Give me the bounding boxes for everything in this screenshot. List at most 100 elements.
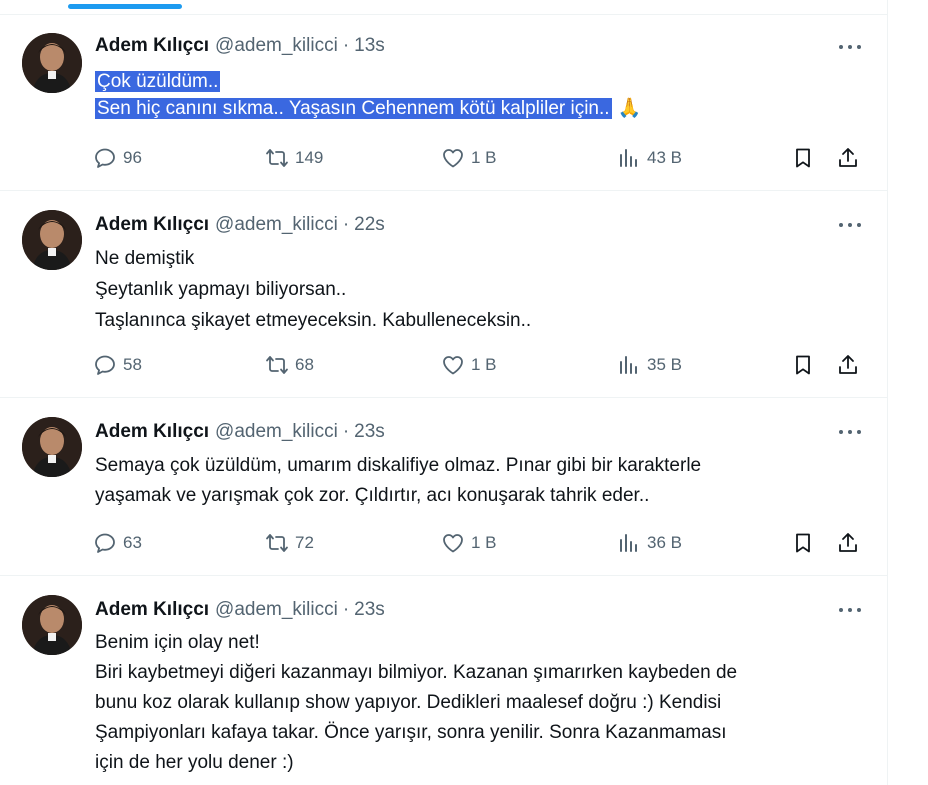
avatar[interactable] [22, 33, 82, 93]
bar-chart-icon [620, 534, 637, 552]
reply-button[interactable]: 63 [93, 528, 142, 558]
separator-dot: · [342, 599, 350, 620]
like-button[interactable]: 1 B [441, 350, 497, 380]
share-upload-icon [839, 355, 857, 374]
separator-dot: · [342, 214, 350, 235]
reply-button[interactable]: 58 [93, 350, 142, 380]
heart-icon [443, 149, 463, 168]
views-button[interactable]: 36 B [617, 528, 682, 558]
tweet[interactable]: Adem Kılıçcı @adem_kilicci · 23s Benim i… [0, 576, 888, 785]
tweet-line: Çok üzüldüm.. [95, 71, 221, 92]
like-count: 1 B [471, 355, 497, 374]
avatar[interactable] [22, 595, 82, 655]
retweet-count: 68 [295, 355, 314, 374]
share-button[interactable] [836, 143, 860, 173]
tweet-actions: 63 72 1 B 36 B [93, 528, 868, 558]
more-options-icon[interactable] [836, 600, 864, 620]
speech-bubble-icon [95, 355, 115, 375]
praying-hands-emoji: 🙏 [617, 98, 642, 119]
author-handle[interactable]: @adem_kilicci [215, 599, 338, 621]
like-button[interactable]: 1 B [441, 143, 497, 173]
views-button[interactable]: 35 B [617, 350, 682, 380]
retweet-button[interactable]: 149 [265, 143, 323, 173]
author-name[interactable]: Adem Kılıçcı [95, 421, 209, 443]
tweet-text: Ne demiştik Şeytanlık yapmayı biliyorsan… [95, 243, 875, 336]
like-count: 1 B [471, 148, 497, 167]
timestamp[interactable]: 23s [354, 599, 385, 621]
separator-dot: · [342, 421, 350, 442]
retweet-button[interactable]: 68 [265, 350, 314, 380]
tweet[interactable]: Adem Kılıçcı @adem_kilicci · 23s Semaya … [0, 398, 888, 576]
tweet-header: Adem Kılıçcı @adem_kilicci · 22s [95, 212, 385, 238]
heart-icon [443, 356, 463, 375]
tweet-text: Benim için olay net! Biri kaybetmeyi diğ… [95, 628, 875, 778]
tweet-line: Şeytanlık yapmayı biliyorsan.. [95, 279, 347, 300]
tweet-header: Adem Kılıçcı @adem_kilicci · 23s [95, 597, 385, 623]
bookmark-button[interactable] [791, 350, 815, 380]
share-button[interactable] [836, 350, 860, 380]
tweet[interactable]: Adem Kılıçcı @adem_kilicci · 13s Çok üzü… [0, 15, 888, 191]
tweet[interactable]: Adem Kılıçcı @adem_kilicci · 22s Ne demi… [0, 191, 888, 398]
author-handle[interactable]: @adem_kilicci [215, 421, 338, 443]
tweet-line: Biri kaybetmeyi diğeri kazanmayı bilmiyo… [95, 662, 738, 683]
tweet-line: Taşlanınca şikayet etmeyeceksin. Kabulle… [95, 310, 532, 331]
retweet-arrows-icon [266, 149, 288, 167]
bookmark-button[interactable] [791, 143, 815, 173]
timeline: Adem Kılıçcı @adem_kilicci · 13s Çok üzü… [0, 0, 888, 785]
reply-count: 58 [123, 355, 142, 374]
bookmark-icon [796, 355, 810, 375]
view-count: 43 B [647, 148, 682, 167]
share-upload-icon [839, 533, 857, 552]
reply-button[interactable]: 96 [93, 143, 142, 173]
tweet-line: için de her yolu dener :) [95, 752, 294, 773]
tweet-actions: 96 149 1 B 43 B [93, 143, 868, 173]
tweet-line: Ne demiştik [95, 248, 195, 269]
tweet-line: bunu koz olarak kullanıp show yapıyor. D… [95, 692, 722, 713]
more-options-icon[interactable] [836, 37, 864, 57]
tweet-line: yaşamak ve yarışmak çok zor. Çıldırtır, … [95, 485, 650, 506]
bar-chart-icon [620, 356, 637, 374]
heart-icon [443, 534, 463, 553]
author-handle[interactable]: @adem_kilicci [215, 214, 338, 236]
reply-count: 96 [123, 148, 142, 167]
tweet-actions: 58 68 1 B 35 B [93, 350, 868, 380]
retweet-arrows-icon [266, 534, 288, 552]
share-button[interactable] [836, 528, 860, 558]
views-button[interactable]: 43 B [617, 143, 682, 173]
active-tab-indicator [68, 4, 182, 9]
timestamp[interactable]: 23s [354, 421, 385, 443]
avatar[interactable] [22, 210, 82, 270]
avatar[interactable] [22, 417, 82, 477]
tweet-text: Çok üzüldüm.. Sen hiç canını sıkma.. Yaş… [95, 68, 875, 122]
more-options-icon[interactable] [836, 215, 864, 235]
like-button[interactable]: 1 B [441, 528, 497, 558]
reply-count: 63 [123, 533, 142, 552]
timestamp[interactable]: 22s [354, 214, 385, 236]
author-handle[interactable]: @adem_kilicci [215, 35, 338, 57]
bar-chart-icon [620, 149, 637, 167]
tweet-line: Benim için olay net! [95, 632, 260, 653]
author-name[interactable]: Adem Kılıçcı [95, 214, 209, 236]
retweet-count: 72 [295, 533, 314, 552]
timestamp[interactable]: 13s [354, 35, 385, 57]
tweet-line: Sen hiç canını sıkma.. Yaşasın Cehennem … [95, 98, 612, 119]
more-options-icon[interactable] [836, 422, 864, 442]
tweet-line: Semaya çok üzüldüm, umarım diskalifiye o… [95, 455, 702, 476]
speech-bubble-icon [95, 533, 115, 553]
author-name[interactable]: Adem Kılıçcı [95, 599, 209, 621]
bookmark-icon [796, 533, 810, 553]
bookmark-button[interactable] [791, 528, 815, 558]
author-name[interactable]: Adem Kılıçcı [95, 35, 209, 57]
tweet-header: Adem Kılıçcı @adem_kilicci · 13s [95, 33, 385, 59]
view-count: 36 B [647, 533, 682, 552]
tweet-header: Adem Kılıçcı @adem_kilicci · 23s [95, 419, 385, 445]
speech-bubble-icon [95, 148, 115, 168]
tweet-text: Semaya çok üzüldüm, umarım diskalifiye o… [95, 451, 875, 511]
tweet-line: Şampiyonları kafaya takar. Önce yarışır,… [95, 722, 727, 743]
retweet-button[interactable]: 72 [265, 528, 314, 558]
separator-dot: · [342, 35, 350, 56]
like-count: 1 B [471, 533, 497, 552]
retweet-arrows-icon [266, 356, 288, 374]
retweet-count: 149 [295, 148, 324, 167]
share-upload-icon [839, 148, 857, 167]
